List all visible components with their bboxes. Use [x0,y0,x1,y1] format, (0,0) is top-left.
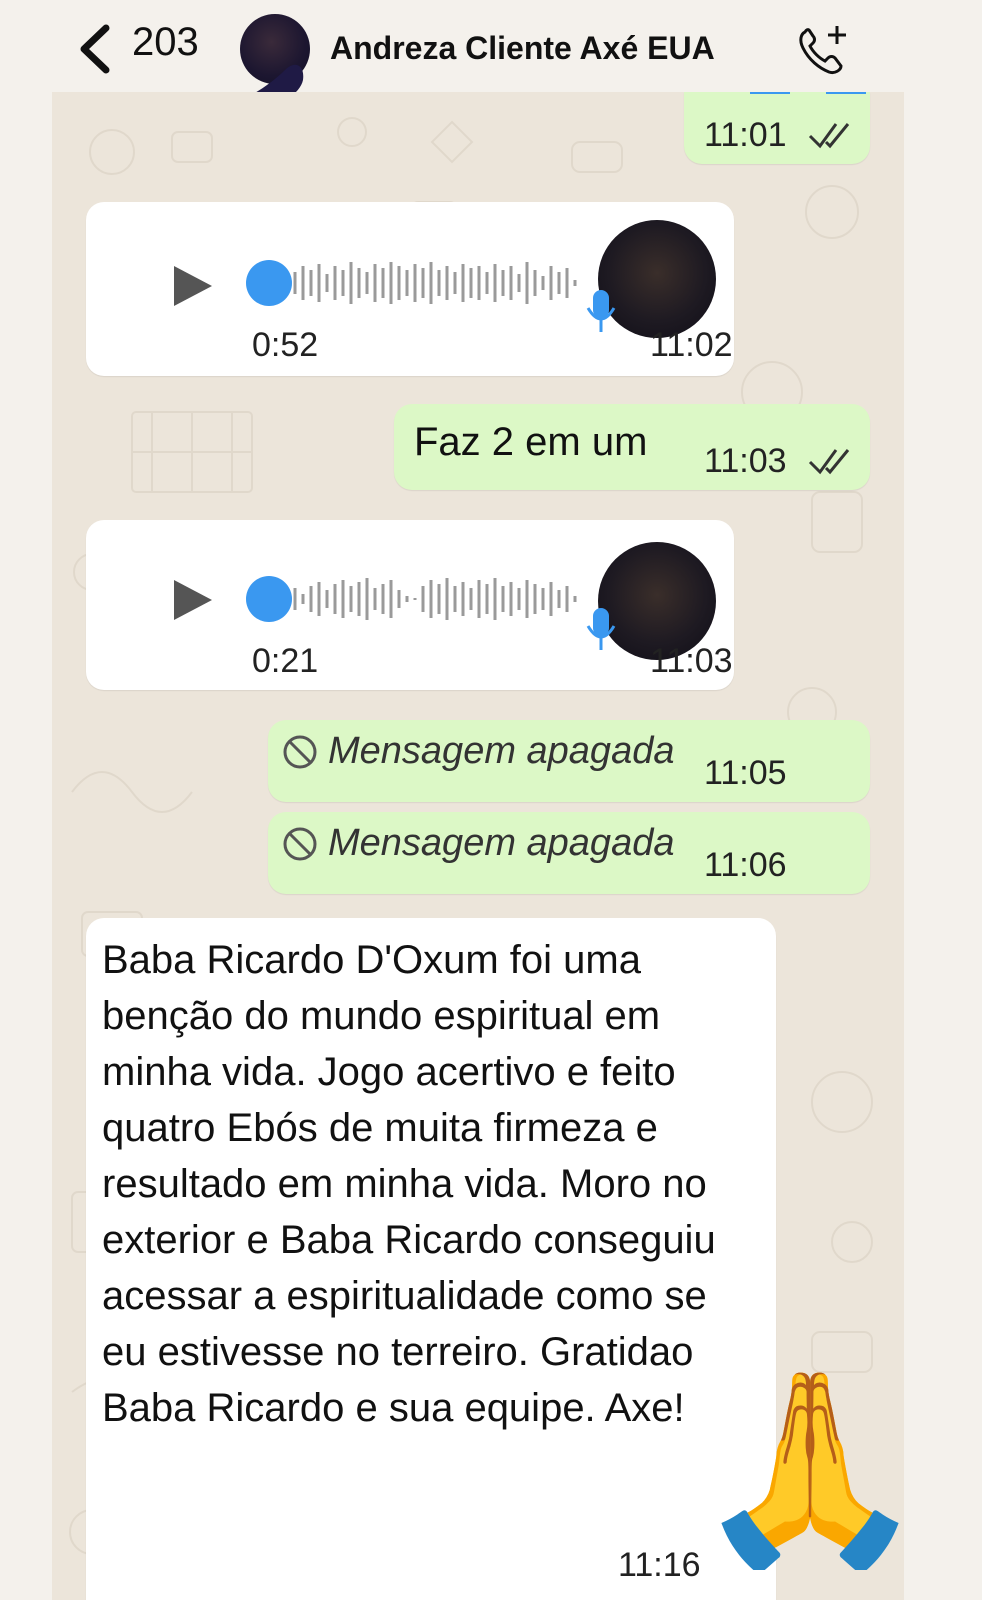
voice-waveform[interactable] [291,258,581,308]
deleted-message-text: Mensagem apagada [328,730,675,772]
microphone-icon [586,290,616,332]
double-check-icon [808,123,850,149]
voice-waveform[interactable] [291,574,581,624]
voice-progress-handle[interactable] [246,576,292,622]
deleted-message[interactable]: Mensagem apagada 11:05 [268,720,870,802]
unread-count[interactable]: 203 [132,20,199,65]
message-time: 11:05 [704,754,787,792]
voice-duration: 0:52 [252,326,319,364]
deleted-message-text: Mensagem apagada [328,822,675,864]
message-time: 11:03 [650,642,733,680]
message-text: Faz 2 em um [414,420,648,464]
play-icon[interactable] [172,578,214,622]
message-time: 11:06 [704,846,787,884]
incoming-voice-message[interactable]: 0:21 11:03 [86,520,734,690]
blocked-icon [283,827,317,861]
progress-bar-remnant [750,92,790,94]
outgoing-message[interactable]: 11:01 [684,92,870,164]
voice-progress-handle[interactable] [246,260,292,306]
message-time: 11:03 [704,442,787,480]
outgoing-message[interactable]: Faz 2 em um 11:03 [394,404,870,490]
message-time: 11:01 [704,116,787,154]
message-text: Baba Ricardo D'Oxum foi uma benção do mu… [102,938,716,1430]
add-call-icon[interactable] [795,24,851,76]
praying-hands-emoji: 🙏 [700,1364,920,1570]
microphone-icon [586,608,616,650]
blocked-icon [283,735,317,769]
praying-hands-emoji-glyph: 🙏 [700,1364,920,1570]
progress-bar-remnant [826,92,866,94]
chevron-left-icon[interactable] [76,24,116,74]
play-icon[interactable] [172,264,214,308]
message-time: 11:02 [650,326,733,364]
message-time: 11:16 [618,1546,701,1584]
deleted-message[interactable]: Mensagem apagada 11:06 [268,812,870,894]
contact-name[interactable]: Andreza Cliente Axé EUA [330,30,715,67]
double-check-icon [808,449,850,475]
voice-duration: 0:21 [252,642,319,680]
incoming-voice-message[interactable]: 0:52 11:02 [86,202,734,376]
chat-header: 203 Andreza Cliente Axé EUA [0,0,982,118]
